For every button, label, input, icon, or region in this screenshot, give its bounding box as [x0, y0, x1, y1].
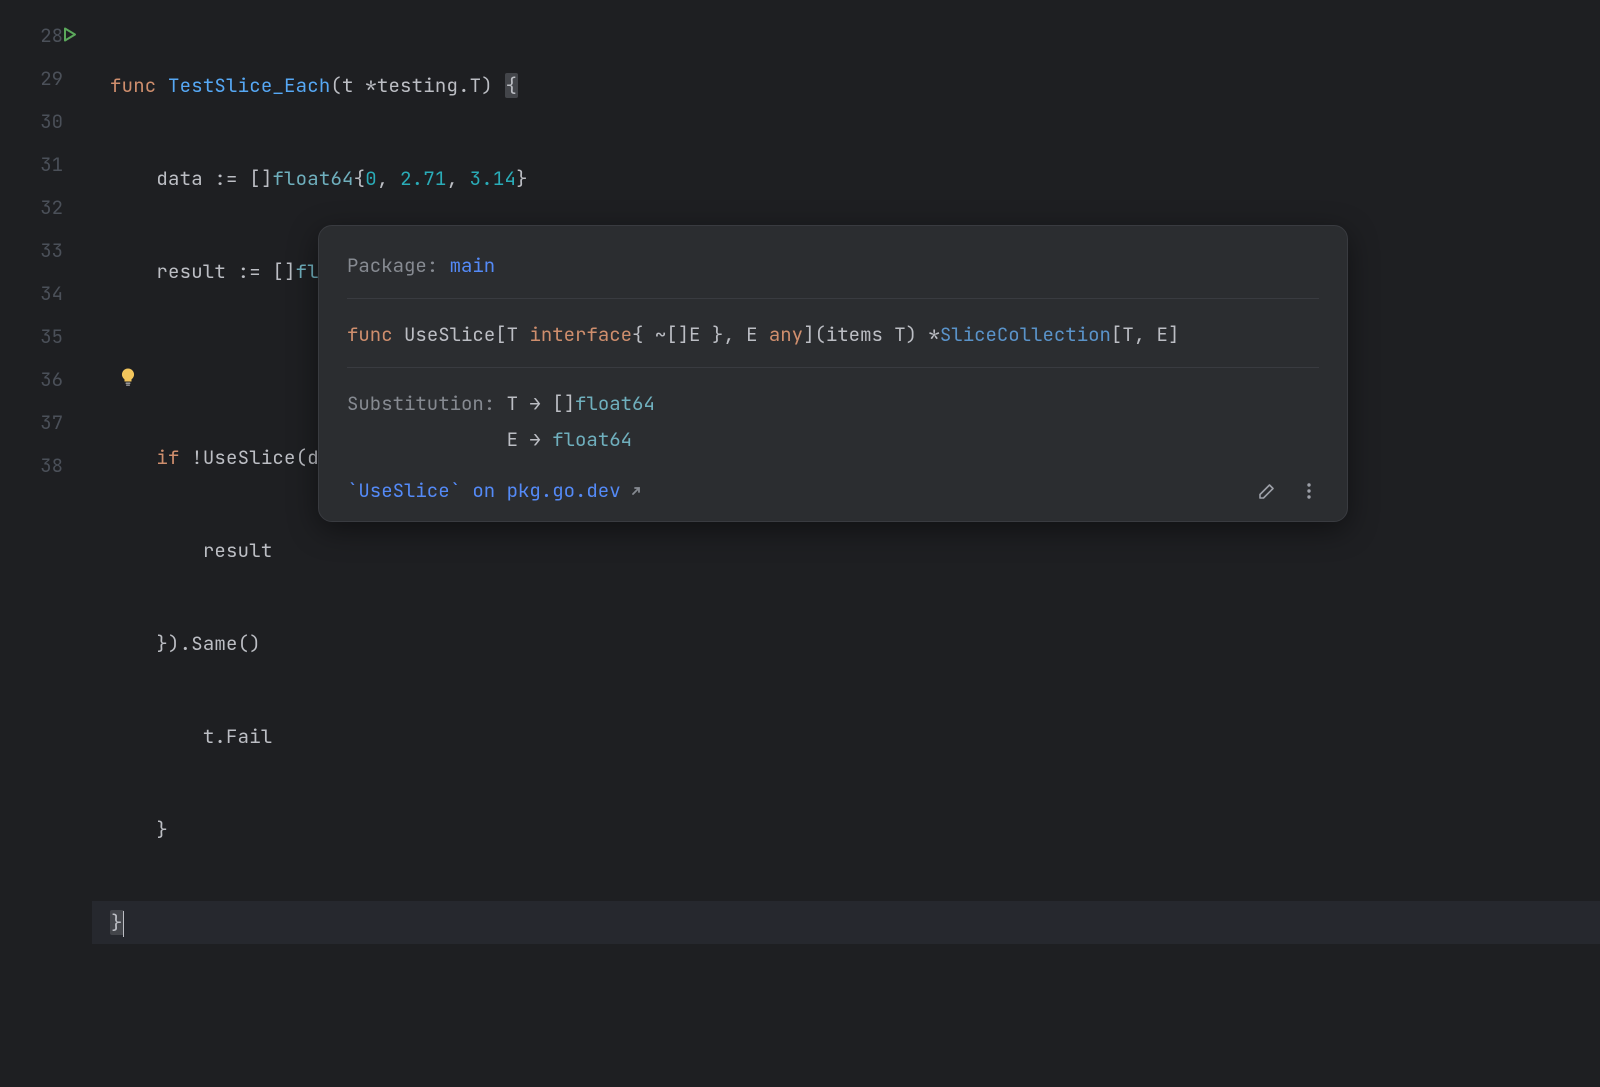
- separator: [347, 298, 1319, 299]
- code-line: }).Same(): [110, 622, 1600, 665]
- line-number: 32: [0, 186, 91, 229]
- line-number: 35: [0, 315, 91, 358]
- line-number: 28: [0, 14, 91, 57]
- code-line: data := []float64{0, 2.71, 3.14}: [110, 157, 1600, 200]
- line-number: 38: [0, 444, 91, 487]
- gutter: 28 29 30 31 32 33 34 35 36 37 38: [0, 0, 92, 604]
- line-number: 37: [0, 401, 91, 444]
- line-number: 34: [0, 272, 91, 315]
- code-line: t.Fail: [110, 715, 1600, 758]
- doc-external-link[interactable]: `UseSlice` on pkg.go.dev: [347, 478, 643, 503]
- doc-substitution: E → float64: [347, 422, 1319, 458]
- line-number: 31: [0, 143, 91, 186]
- separator: [347, 367, 1319, 368]
- line-number: 33: [0, 229, 91, 272]
- pencil-icon[interactable]: [1257, 481, 1277, 501]
- line-number: 29: [0, 57, 91, 100]
- code-line: func TestSlice_Each(t *testing.T) {: [110, 64, 1600, 107]
- code-line-current: }: [92, 901, 1600, 944]
- external-link-icon: [629, 484, 643, 498]
- doc-package-row: Package: main: [347, 248, 1319, 284]
- run-test-icon[interactable]: [62, 14, 78, 57]
- code-line: [110, 994, 1600, 1037]
- code-line: result: [110, 529, 1600, 572]
- doc-substitution: Substitution: T → []float64: [347, 386, 1319, 422]
- more-icon[interactable]: [1299, 481, 1319, 501]
- quick-doc-popup[interactable]: Package: main func UseSlice[T interface{…: [318, 225, 1348, 522]
- doc-package-link[interactable]: main: [450, 253, 496, 278]
- doc-return-type-link[interactable]: SliceCollection: [940, 322, 1111, 347]
- line-number: 30: [0, 100, 91, 143]
- doc-signature: func UseSlice[T interface{ ~[]E }, E any…: [347, 317, 1319, 353]
- code-line: }: [110, 808, 1600, 851]
- caret: [123, 911, 124, 937]
- line-number: 36: [0, 358, 91, 401]
